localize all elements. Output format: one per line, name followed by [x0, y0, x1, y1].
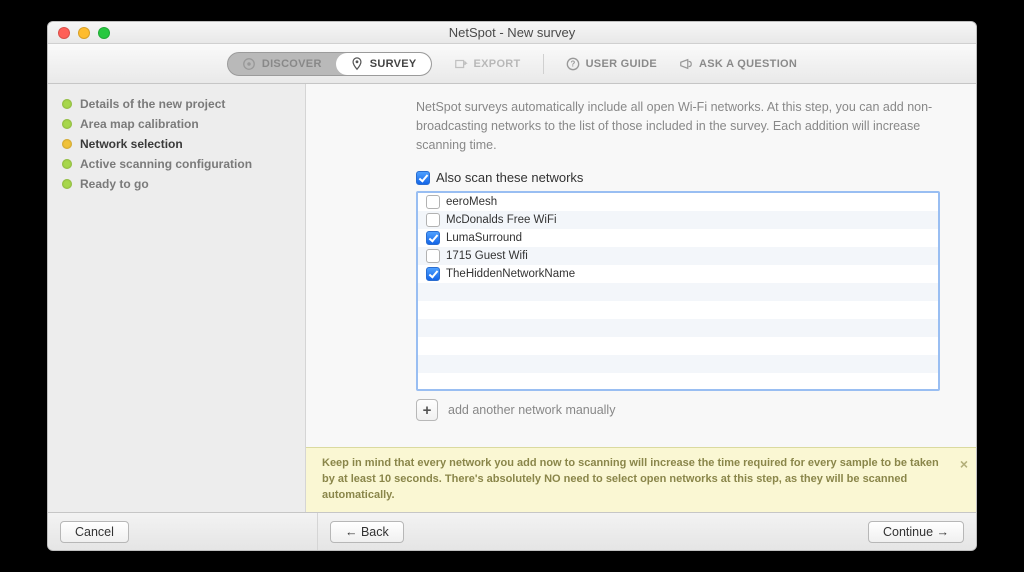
footer-bar: Cancel ← Back Continue →: [48, 512, 976, 550]
network-row[interactable]: [418, 355, 938, 373]
help-icon: ?: [566, 57, 580, 71]
export-label: EXPORT: [474, 58, 521, 70]
network-checkbox[interactable]: [426, 231, 440, 245]
sidebar-item-3[interactable]: Active scanning configuration: [62, 154, 305, 174]
sidebar-item-label: Active scanning configuration: [80, 157, 252, 171]
continue-button[interactable]: Continue →: [868, 521, 964, 543]
app-window: NetSpot - New survey DISCOVER SURVEY EXP…: [47, 21, 977, 551]
mode-segmented-control[interactable]: DISCOVER SURVEY: [227, 52, 432, 76]
body: Details of the new project Area map calib…: [48, 84, 976, 512]
network-name: 1715 Guest Wifi: [446, 250, 528, 262]
network-row[interactable]: [418, 373, 938, 391]
network-row[interactable]: LumaSurround: [418, 229, 938, 247]
wizard-sidebar: Details of the new project Area map calib…: [48, 84, 306, 512]
step-dot-icon: [62, 139, 72, 149]
network-name: eeroMesh: [446, 196, 497, 208]
network-checkbox[interactable]: [426, 213, 440, 227]
sidebar-item-label: Network selection: [80, 137, 183, 151]
step-dot-icon: [62, 119, 72, 129]
add-network-label: add another network manually: [448, 403, 615, 417]
sidebar-item-label: Ready to go: [80, 177, 149, 191]
network-row[interactable]: 1715 Guest Wifi: [418, 247, 938, 265]
sidebar-item-1[interactable]: Area map calibration: [62, 114, 305, 134]
radar-icon: [242, 57, 256, 71]
segment-survey[interactable]: SURVEY: [336, 53, 431, 75]
also-scan-checkbox[interactable]: [416, 171, 430, 185]
window-title: NetSpot - New survey: [48, 25, 976, 40]
userguide-label: USER GUIDE: [586, 58, 657, 70]
warning-banner: Keep in mind that every network you add …: [306, 447, 976, 512]
network-name: LumaSurround: [446, 232, 522, 244]
segment-discover-label: DISCOVER: [262, 58, 322, 70]
network-row[interactable]: [418, 283, 938, 301]
toolbar-separator: [543, 54, 544, 74]
ask-label: ASK A QUESTION: [699, 58, 797, 70]
sidebar-item-4[interactable]: Ready to go: [62, 174, 305, 194]
pin-icon: [350, 57, 364, 71]
step-dot-icon: [62, 99, 72, 109]
step-dot-icon: [62, 179, 72, 189]
network-checkbox[interactable]: [426, 267, 440, 281]
userguide-button[interactable]: ? USER GUIDE: [566, 57, 657, 71]
network-row[interactable]: McDonalds Free WiFi: [418, 211, 938, 229]
network-row[interactable]: [418, 301, 938, 319]
sidebar-item-0[interactable]: Details of the new project: [62, 94, 305, 114]
export-button[interactable]: EXPORT: [454, 57, 521, 71]
add-network-row: + add another network manually: [416, 399, 976, 421]
warning-text: Keep in mind that every network you add …: [322, 457, 939, 501]
network-checkbox[interactable]: [426, 195, 440, 209]
ask-button[interactable]: ASK A QUESTION: [679, 57, 797, 71]
segment-discover[interactable]: DISCOVER: [228, 53, 336, 75]
sidebar-item-label: Area map calibration: [80, 117, 199, 131]
back-button[interactable]: ← Back: [330, 521, 404, 543]
close-icon[interactable]: ×: [960, 454, 968, 474]
network-list[interactable]: eeroMesh McDonalds Free WiFi LumaSurround 1…: [416, 191, 940, 391]
cancel-button[interactable]: Cancel: [60, 521, 129, 543]
network-row[interactable]: eeroMesh: [418, 193, 938, 211]
segment-survey-label: SURVEY: [370, 58, 417, 70]
also-scan-row[interactable]: Also scan these networks: [416, 170, 976, 185]
main-panel: NetSpot surveys automatically include al…: [306, 84, 976, 512]
network-row[interactable]: [418, 319, 938, 337]
step-dot-icon: [62, 159, 72, 169]
network-name: TheHiddenNetworkName: [446, 268, 575, 280]
network-checkbox[interactable]: [426, 249, 440, 263]
also-scan-label: Also scan these networks: [436, 170, 583, 185]
toolbar: DISCOVER SURVEY EXPORT ? USER GUIDE: [48, 44, 976, 84]
svg-text:?: ?: [570, 59, 575, 68]
sidebar-item-2[interactable]: Network selection: [62, 134, 305, 154]
description-text: NetSpot surveys automatically include al…: [306, 84, 976, 164]
network-row[interactable]: TheHiddenNetworkName: [418, 265, 938, 283]
sidebar-item-label: Details of the new project: [80, 97, 225, 111]
export-icon: [454, 57, 468, 71]
add-network-button[interactable]: +: [416, 399, 438, 421]
title-bar: NetSpot - New survey: [48, 22, 976, 44]
network-row[interactable]: [418, 337, 938, 355]
network-name: McDonalds Free WiFi: [446, 214, 557, 226]
megaphone-icon: [679, 57, 693, 71]
